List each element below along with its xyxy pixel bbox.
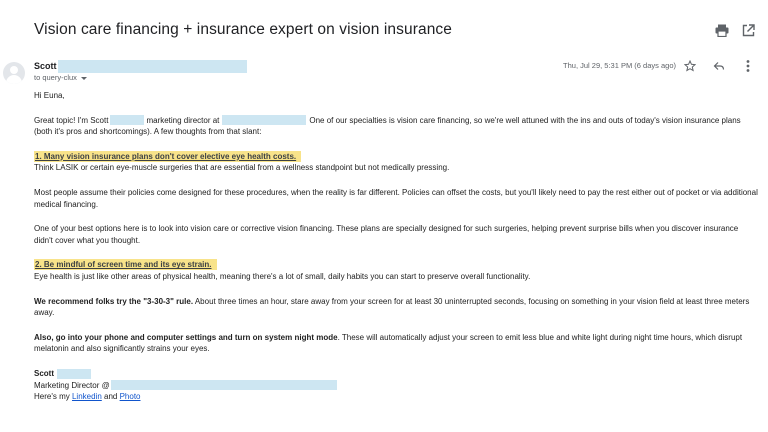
open-in-new-icon[interactable] (740, 22, 756, 38)
heading-1: 1. Many vision insurance plans don't cov… (34, 150, 758, 163)
recipient-label: to query-clux (34, 73, 77, 82)
timestamp: Thu, Jul 29, 5:31 PM (6 days ago) (563, 61, 676, 70)
signature-links-prefix: Here's my (34, 392, 72, 402)
photo-link[interactable]: Photo (120, 392, 141, 401)
print-icon[interactable] (714, 22, 730, 38)
heading-1-text: 1. Many vision insurance plans don't cov… (34, 150, 302, 162)
sender-email-redaction (57, 60, 247, 73)
intro-part-1: Great topic! I'm Scott (34, 115, 109, 125)
paragraph-4: Eye health is just like other areas of p… (34, 271, 531, 281)
heading-2-text: 2. Be mindful of screen time and its eye… (34, 259, 217, 271)
name-redaction (110, 115, 145, 126)
signature-title: Marketing Director @ (34, 380, 758, 392)
signature-links: Here's my Linkedin and Photo (34, 391, 758, 403)
reply-icon[interactable] (711, 58, 727, 74)
sender-name: Scott (34, 60, 57, 71)
intro-part-2: marketing director at (146, 115, 220, 125)
paragraph-1: Think LASIK or certain eye-muscle surger… (34, 163, 450, 173)
paragraph-5: We recommend folks try the "3-30-3" rule… (34, 296, 758, 319)
signature-links-and: and (101, 392, 120, 402)
paragraph-2: Most people assume their policies come d… (34, 187, 758, 209)
signature-title-text: Marketing Director @ (34, 380, 110, 390)
top-actions (714, 22, 756, 38)
paragraph-5-bold: We recommend folks try the "3-30-3" rule… (34, 296, 194, 306)
email-subject: Vision care financing + insurance expert… (34, 21, 452, 38)
message-actions (682, 58, 756, 74)
signature-name: Scott (34, 368, 758, 380)
company-redaction (222, 115, 307, 126)
paragraph-6: Also, go into your phone and computer se… (34, 332, 758, 355)
paragraph-6-bold: Also, go into your phone and computer se… (34, 332, 338, 342)
star-icon[interactable] (682, 58, 698, 74)
paragraph-3: One of your best options here is to look… (34, 224, 739, 245)
more-vert-icon[interactable] (740, 58, 756, 74)
linkedin-link[interactable]: Linkedin (72, 392, 102, 401)
recipient-line[interactable]: to query-clux (34, 73, 87, 82)
email-body: Hi Euna, Great topic! I'm Scott marketing… (34, 90, 758, 403)
avatar-icon (3, 62, 25, 84)
intro-paragraph: Great topic! I'm Scott marketing director… (34, 115, 758, 138)
heading-2: 2. Be mindful of screen time and its eye… (34, 259, 758, 271)
sender-line: Scott (34, 60, 247, 73)
greeting: Hi Euna, (34, 91, 65, 100)
signature-name-redaction (57, 368, 91, 379)
chevron-down-icon[interactable] (80, 76, 87, 80)
signature-name-text: Scott (34, 368, 54, 378)
signature-company-redaction (110, 380, 337, 391)
